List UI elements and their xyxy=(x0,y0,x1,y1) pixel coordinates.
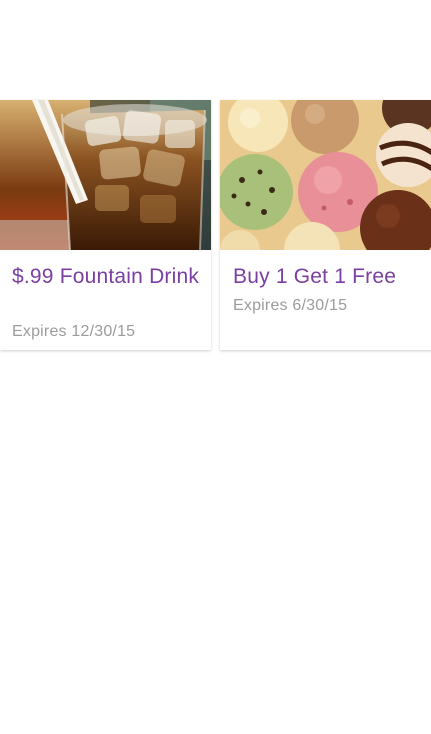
offer-card-fountain-drink[interactable]: $.99 Fountain Drink Expires 12/30/15 xyxy=(0,100,211,350)
offer-title: $.99 Fountain Drink xyxy=(12,265,200,288)
offer-expiry: Expires 6/30/15 xyxy=(233,297,348,314)
offer-expiry: Expires 12/30/15 xyxy=(12,323,136,340)
offers-list: $.99 Fountain Drink Expires 12/30/15 Buy… xyxy=(0,100,431,352)
offer-image-fountain-drink xyxy=(0,100,211,250)
offer-title: Buy 1 Get 1 Free xyxy=(233,265,397,288)
offer-card-buy-one-get-one[interactable]: Buy 1 Get 1 Free Expires 6/30/15 xyxy=(220,100,431,350)
offer-image-ice-cream xyxy=(220,100,431,250)
